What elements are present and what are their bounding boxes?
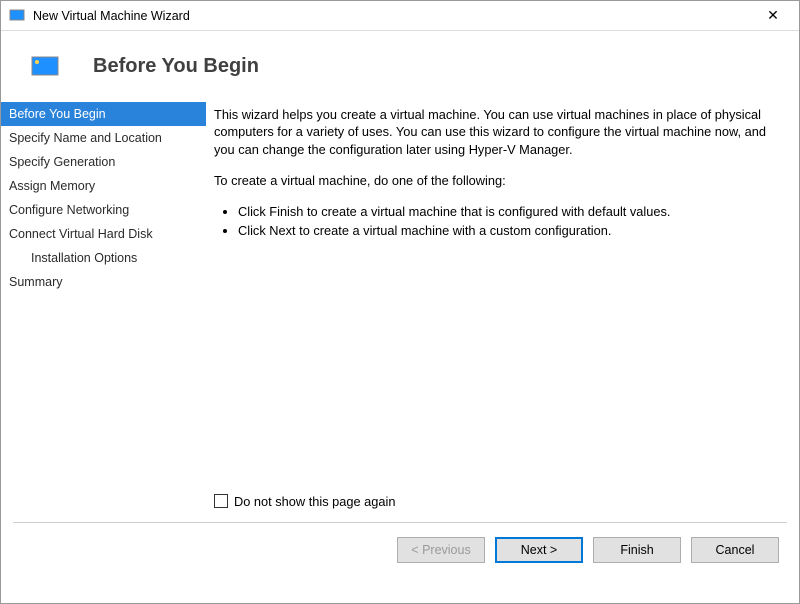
wizard-header: Before You Begin (1, 31, 799, 102)
dont-show-again-checkbox[interactable] (214, 494, 228, 508)
nav-item-label: Assign Memory (9, 179, 95, 193)
nav-assign-memory[interactable]: Assign Memory (1, 174, 206, 198)
page-title: Before You Begin (93, 55, 259, 78)
nav-item-label: Specify Name and Location (9, 131, 162, 145)
window-title: New Virtual Machine Wizard (33, 9, 753, 23)
wizard-content: This wizard helps you create a virtual m… (206, 102, 799, 522)
nav-item-label: Installation Options (31, 251, 137, 265)
wizard-icon (31, 56, 59, 78)
cancel-button[interactable]: Cancel (691, 537, 779, 563)
instruction-list: Click Finish to create a virtual machine… (214, 203, 777, 240)
nav-specify-generation[interactable]: Specify Generation (1, 150, 206, 174)
nav-item-label: Configure Networking (9, 203, 129, 217)
dont-show-again-row: Do not show this page again (214, 493, 396, 510)
wizard-button-row: < Previous Next > Finish Cancel (1, 523, 799, 563)
nav-item-label: Summary (9, 275, 62, 289)
instruction-paragraph: To create a virtual machine, do one of t… (214, 172, 777, 189)
close-icon: ✕ (767, 7, 779, 24)
nav-item-label: Before You Begin (9, 107, 106, 121)
nav-specify-name-location[interactable]: Specify Name and Location (1, 126, 206, 150)
instruction-bullet-finish: Click Finish to create a virtual machine… (238, 203, 777, 220)
nav-installation-options[interactable]: Installation Options (1, 246, 206, 270)
close-button[interactable]: ✕ (753, 1, 793, 30)
nav-before-you-begin[interactable]: Before You Begin (1, 102, 206, 126)
intro-paragraph: This wizard helps you create a virtual m… (214, 106, 777, 158)
nav-summary[interactable]: Summary (1, 270, 206, 294)
nav-item-label: Connect Virtual Hard Disk (9, 227, 153, 241)
app-icon (9, 8, 25, 24)
finish-button[interactable]: Finish (593, 537, 681, 563)
wizard-nav: Before You Begin Specify Name and Locati… (1, 102, 206, 522)
titlebar: New Virtual Machine Wizard ✕ (1, 1, 799, 31)
instruction-bullet-next: Click Next to create a virtual machine w… (238, 222, 777, 239)
dont-show-again-label: Do not show this page again (234, 493, 396, 510)
nav-connect-vhd[interactable]: Connect Virtual Hard Disk (1, 222, 206, 246)
wizard-body: Before You Begin Specify Name and Locati… (1, 102, 799, 522)
nav-item-label: Specify Generation (9, 155, 115, 169)
nav-configure-networking[interactable]: Configure Networking (1, 198, 206, 222)
next-button[interactable]: Next > (495, 537, 583, 563)
previous-button: < Previous (397, 537, 485, 563)
